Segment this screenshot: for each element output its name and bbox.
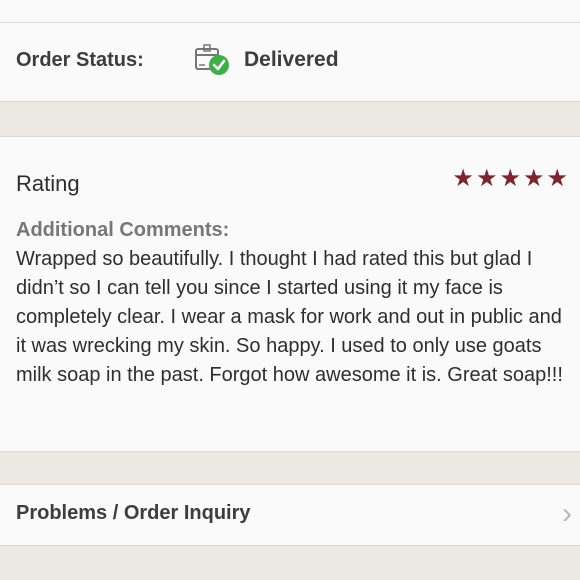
order-inquiry-label: Problems / Order Inquiry xyxy=(16,502,251,524)
star-icon: ★ xyxy=(499,165,521,192)
star-icon: ★ xyxy=(546,165,568,192)
delivered-box-check-icon xyxy=(194,43,232,77)
order-status-row: Order Status: Delivered xyxy=(16,38,564,82)
order-status-value: Delivered xyxy=(244,48,339,71)
divider xyxy=(0,22,580,23)
star-icon: ★ xyxy=(522,165,545,192)
order-status-card: Order Status: Delivered xyxy=(0,0,580,102)
order-detail-screen: Order Status: Delivered Rating ★ ★ ★ ★ ★ xyxy=(0,0,580,580)
rating-card: Rating ★ ★ ★ ★ ★ Additional Comments: Wr… xyxy=(0,136,580,452)
chevron-right-icon: › xyxy=(562,497,572,530)
order-status-label: Order Status: xyxy=(16,48,144,71)
star-icon: ★ xyxy=(475,165,498,192)
star-rating: ★ ★ ★ ★ ★ xyxy=(452,167,568,191)
review-comment-text: Wrapped so beautifully. I thought I had … xyxy=(16,248,563,386)
rating-title: Rating xyxy=(16,171,80,196)
star-icon: ★ xyxy=(452,165,474,192)
order-inquiry-row[interactable]: Problems / Order Inquiry › xyxy=(0,484,580,546)
additional-comments-label: Additional Comments: xyxy=(16,219,230,241)
